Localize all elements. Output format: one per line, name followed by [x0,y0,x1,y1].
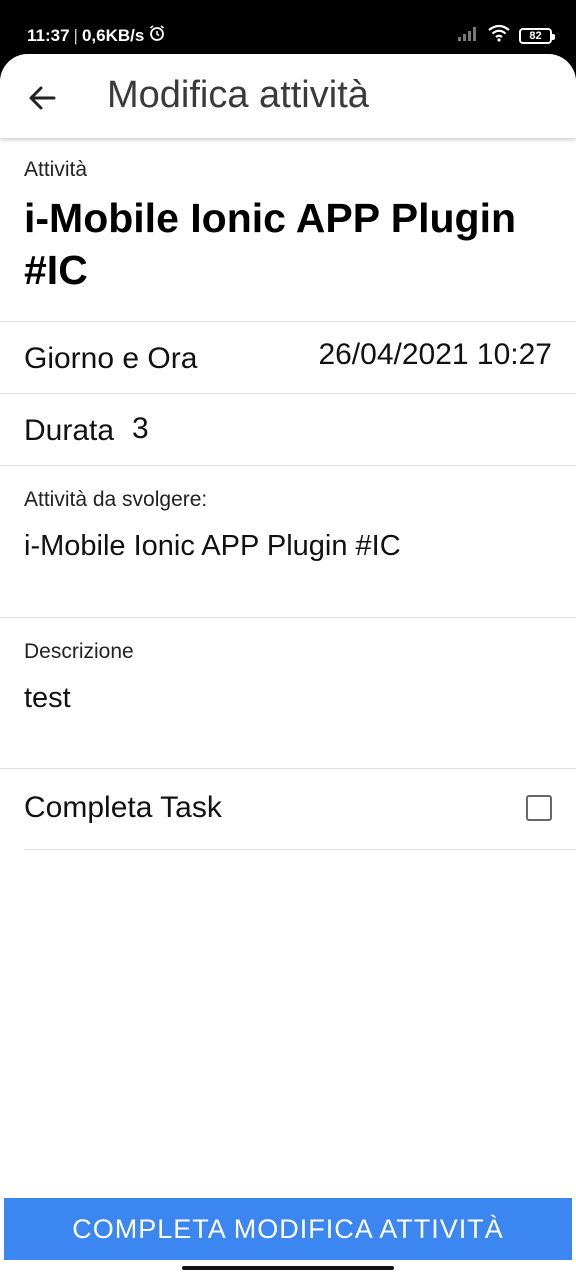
app-screen: Modifica attività Attività i-Mobile Ioni… [0,54,576,1280]
alarm-icon [148,24,166,47]
datetime-value[interactable]: 26/04/2021 10:27 [318,338,552,372]
back-button[interactable] [22,78,62,118]
status-separator: | [73,25,78,45]
status-left: 11:37 | 0,6KB/s [27,24,166,47]
datetime-row[interactable]: Giorno e Ora 26/04/2021 10:27 [0,322,576,394]
status-net-speed: 0,6KB/s [81,25,145,45]
todo-value: i-Mobile Ionic APP Plugin #IC [24,530,401,562]
complete-edit-button[interactable]: COMPLETA MODIFICA ATTIVITÀ [4,1198,572,1260]
datetime-label: Giorno e Ora [24,342,198,375]
duration-value[interactable]: 3 [132,412,149,446]
signal-icon [457,25,479,46]
description-label: Descrizione [24,640,134,663]
duration-label: Durata [24,414,115,447]
arrow-back-icon [29,86,56,110]
form-content: Attività i-Mobile Ionic APP Plugin #IC G… [0,138,576,850]
complete-task-label: Completa Task [24,791,222,824]
complete-task-row[interactable]: Completa Task [24,769,576,850]
todo-section: Attività da svolgere: i-Mobile Ionic APP… [0,466,576,618]
status-time: 11:37 [27,25,70,45]
status-right: 82 [457,24,555,47]
status-bar: 11:37 | 0,6KB/s 82 [0,0,576,60]
wifi-icon [487,24,511,47]
description-value[interactable]: test [24,682,576,715]
activity-label: Attività [24,158,88,181]
page-title: Modifica attività [107,74,369,116]
home-indicator [182,1266,394,1270]
activity-section: Attività i-Mobile Ionic APP Plugin #IC [0,138,576,322]
toolbar: Modifica attività [0,54,576,138]
todo-label: Attività da svolgere: [24,488,208,511]
duration-row[interactable]: Durata 3 [0,394,576,466]
complete-task-checkbox[interactable] [526,795,552,821]
battery-level: 82 [529,29,542,42]
activity-name: i-Mobile Ionic APP Plugin #IC [24,195,517,293]
battery-icon: 82 [519,27,555,44]
description-section[interactable]: Descrizione test [0,618,576,769]
